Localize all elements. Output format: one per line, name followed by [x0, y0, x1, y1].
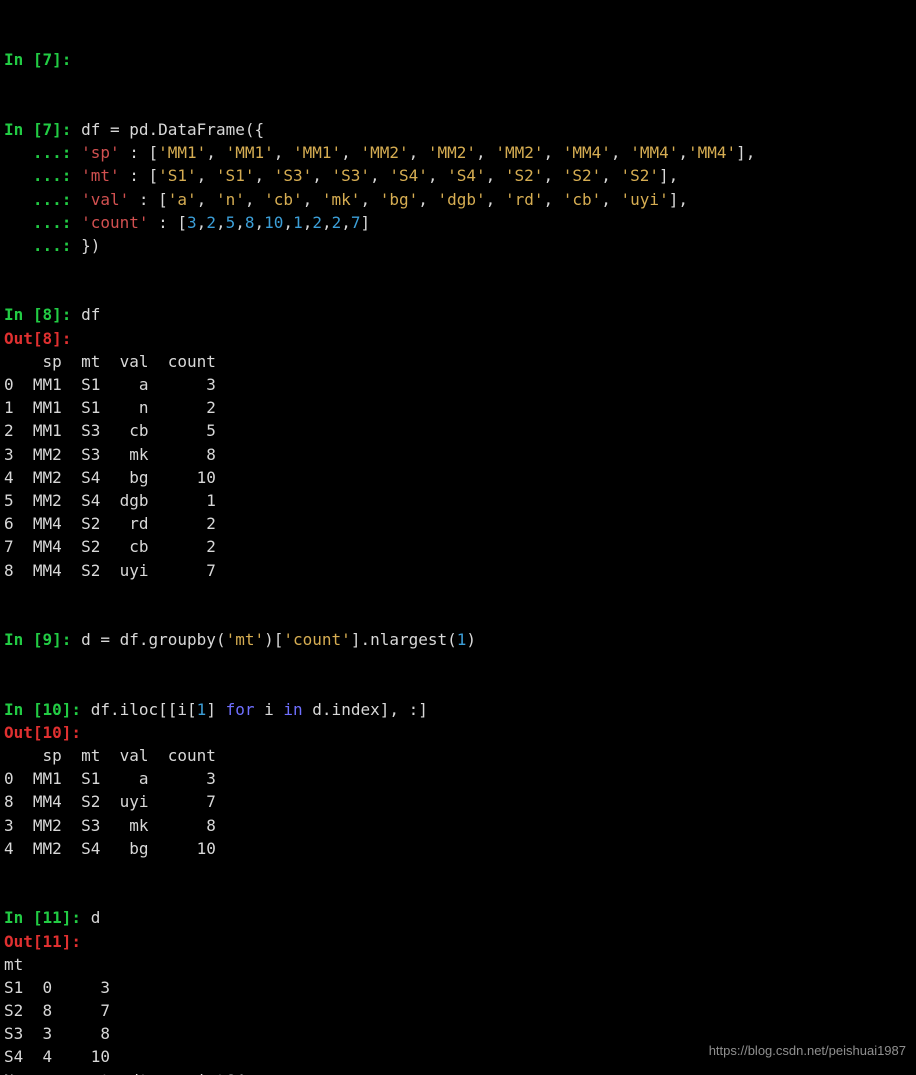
- code-line: df: [81, 305, 100, 324]
- table-row: 2 MM1 S3 cb 5: [4, 421, 216, 440]
- table-row: 3 MM2 S3 mk 8: [4, 445, 216, 464]
- table-header: sp mt val count: [4, 352, 216, 371]
- table-row: 8 MM4 S2 uyi 7: [4, 561, 216, 580]
- out-prompt-8: Out[8]:: [4, 329, 71, 348]
- table-row: 0 MM1 S1 a 3: [4, 375, 216, 394]
- table-row: 6 MM4 S2 rd 2: [4, 514, 216, 533]
- table-row: 5 MM2 S4 dgb 1: [4, 491, 216, 510]
- in-prompt-7: In [7]:: [4, 120, 81, 139]
- in-prompt-7a: In [7]:: [4, 50, 71, 69]
- table-row: 8 MM4 S2 uyi 7: [4, 792, 216, 811]
- table-row: 7 MM4 S2 cb 2: [4, 537, 216, 556]
- output-line: mt: [4, 955, 23, 974]
- output-line: Name: count, dtype: int64: [4, 1071, 245, 1075]
- output-line: S3 3 8: [4, 1024, 110, 1043]
- ipython-terminal[interactable]: In [7]: In [7]: df = pd.DataFrame({ ...:…: [0, 0, 916, 1075]
- table-row: 4 MM2 S4 bg 10: [4, 468, 216, 487]
- table-row: 0 MM1 S1 a 3: [4, 769, 216, 788]
- output-line: S1 0 3: [4, 978, 110, 997]
- code-line: df = pd.DataFrame({: [81, 120, 264, 139]
- out-prompt-10: Out[10]:: [4, 723, 81, 742]
- code-line: d: [91, 908, 101, 927]
- string-literal: 'MM1': [158, 143, 206, 162]
- in-prompt-10: In [10]:: [4, 700, 91, 719]
- output-line: S4 4 10: [4, 1047, 110, 1066]
- table-row: 3 MM2 S3 mk 8: [4, 816, 216, 835]
- dict-key: 'sp': [81, 143, 120, 162]
- table-header: sp mt val count: [4, 746, 216, 765]
- table-row: 1 MM1 S1 n 2: [4, 398, 216, 417]
- out-prompt-11: Out[11]:: [4, 932, 81, 951]
- in-prompt-9: In [9]:: [4, 630, 81, 649]
- continuation-prompt: ...:: [4, 143, 81, 162]
- in-prompt-11: In [11]:: [4, 908, 91, 927]
- in-prompt-8: In [8]:: [4, 305, 81, 324]
- table-row: 4 MM2 S4 bg 10: [4, 839, 216, 858]
- watermark: https://blog.csdn.net/peishuai1987: [709, 1042, 906, 1061]
- output-line: S2 8 7: [4, 1001, 110, 1020]
